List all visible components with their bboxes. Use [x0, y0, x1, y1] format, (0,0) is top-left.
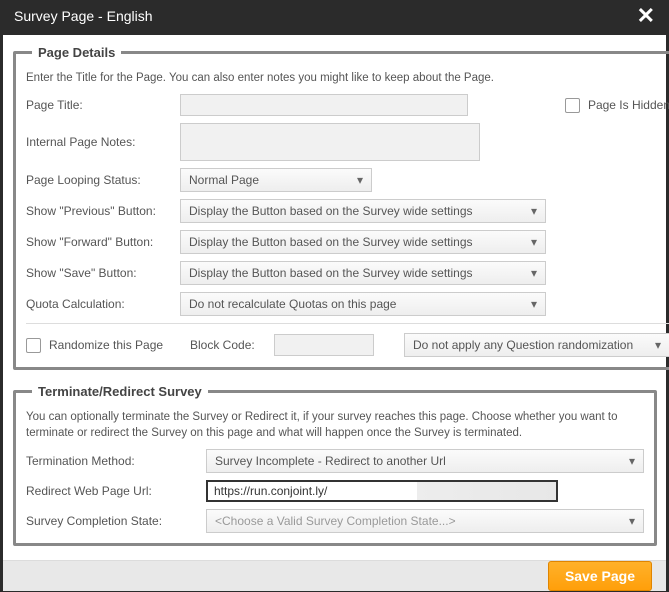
page-hidden-label: Page Is Hidden: [588, 98, 669, 112]
chevron-down-icon: ▾: [629, 514, 635, 528]
page-details-desc: Enter the Title for the Page. You can al…: [26, 70, 669, 86]
fwd-btn-select[interactable]: Display the Button based on the Survey w…: [180, 230, 546, 254]
quota-value: Do not recalculate Quotas on this page: [189, 297, 396, 311]
dialog-window: Survey Page - English ✕ Page Details Ent…: [0, 0, 669, 592]
label-quota: Quota Calculation:: [26, 297, 180, 311]
randomization-select[interactable]: Do not apply any Question randomization …: [404, 333, 669, 357]
internal-notes-input[interactable]: [180, 123, 480, 161]
page-details-panel: Page Details Enter the Title for the Pag…: [13, 45, 669, 370]
label-term-method: Termination Method:: [26, 454, 206, 468]
quota-select[interactable]: Do not recalculate Quotas on this page ▾: [180, 292, 546, 316]
titlebar: Survey Page - English ✕: [0, 0, 669, 32]
label-block-code: Block Code:: [190, 338, 264, 352]
row-fwd-btn: Show "Forward" Button: Display the Butto…: [26, 230, 669, 254]
block-code-input[interactable]: [274, 334, 374, 356]
prev-btn-select[interactable]: Display the Button based on the Survey w…: [180, 199, 546, 223]
row-comp-state: Survey Completion State: <Choose a Valid…: [26, 509, 644, 533]
row-page-title: Page Title: Page Is Hidden: [26, 94, 669, 116]
chevron-down-icon: ▾: [629, 454, 635, 468]
prev-btn-value: Display the Button based on the Survey w…: [189, 204, 473, 218]
label-page-title: Page Title:: [26, 98, 180, 112]
comp-state-placeholder: <Choose a Valid Survey Completion State.…: [215, 514, 456, 528]
looping-value: Normal Page: [189, 173, 259, 187]
redirect-url-input[interactable]: [206, 480, 558, 502]
label-internal-notes: Internal Page Notes:: [26, 135, 180, 149]
randomize-label: Randomize this Page: [49, 338, 163, 352]
fwd-btn-value: Display the Button based on the Survey w…: [189, 235, 473, 249]
label-save-btn: Show "Save" Button:: [26, 266, 180, 280]
chevron-down-icon: ▾: [655, 338, 661, 352]
page-hidden-checkbox[interactable]: Page Is Hidden: [565, 98, 669, 113]
page-details-legend: Page Details: [32, 45, 121, 60]
terminate-panel: Terminate/Redirect Survey You can option…: [13, 384, 657, 546]
chevron-down-icon: ▾: [357, 173, 363, 187]
term-method-value: Survey Incomplete - Redirect to another …: [215, 454, 446, 468]
randomization-value: Do not apply any Question randomization: [413, 338, 633, 352]
comp-state-select[interactable]: <Choose a Valid Survey Completion State.…: [206, 509, 644, 533]
checkbox-icon: [26, 338, 41, 353]
window-title: Survey Page - English: [14, 8, 153, 24]
checkbox-icon: [565, 98, 580, 113]
chevron-down-icon: ▾: [531, 266, 537, 280]
label-comp-state: Survey Completion State:: [26, 514, 206, 528]
row-prev-btn: Show "Previous" Button: Display the Butt…: [26, 199, 669, 223]
term-method-select[interactable]: Survey Incomplete - Redirect to another …: [206, 449, 644, 473]
terminate-legend: Terminate/Redirect Survey: [32, 384, 208, 399]
label-prev-btn: Show "Previous" Button:: [26, 204, 180, 218]
save-btn-value: Display the Button based on the Survey w…: [189, 266, 473, 280]
terminate-desc: You can optionally terminate the Survey …: [26, 409, 644, 441]
footer: Save Page: [3, 560, 666, 591]
row-redirect-url: Redirect Web Page Url:: [26, 480, 644, 502]
row-term-method: Termination Method: Survey Incomplete - …: [26, 449, 644, 473]
client-area: Page Details Enter the Title for the Pag…: [3, 35, 666, 590]
chevron-down-icon: ▾: [531, 297, 537, 311]
row-save-btn: Show "Save" Button: Display the Button b…: [26, 261, 669, 285]
label-looping: Page Looping Status:: [26, 173, 180, 187]
chevron-down-icon: ▾: [531, 235, 537, 249]
row-quota: Quota Calculation: Do not recalculate Qu…: [26, 292, 669, 316]
row-looping: Page Looping Status: Normal Page ▾: [26, 168, 669, 192]
chevron-down-icon: ▾: [531, 204, 537, 218]
save-page-button[interactable]: Save Page: [548, 561, 652, 591]
randomize-checkbox[interactable]: Randomize this Page: [26, 338, 180, 353]
label-redirect-url: Redirect Web Page Url:: [26, 484, 206, 498]
row-internal-notes: Internal Page Notes:: [26, 123, 669, 161]
row-randomize: Randomize this Page Block Code: Do not a…: [26, 323, 669, 357]
label-fwd-btn: Show "Forward" Button:: [26, 235, 180, 249]
save-btn-select[interactable]: Display the Button based on the Survey w…: [180, 261, 546, 285]
page-title-input[interactable]: [180, 94, 468, 116]
looping-select[interactable]: Normal Page ▾: [180, 168, 372, 192]
close-icon[interactable]: ✕: [637, 5, 655, 27]
